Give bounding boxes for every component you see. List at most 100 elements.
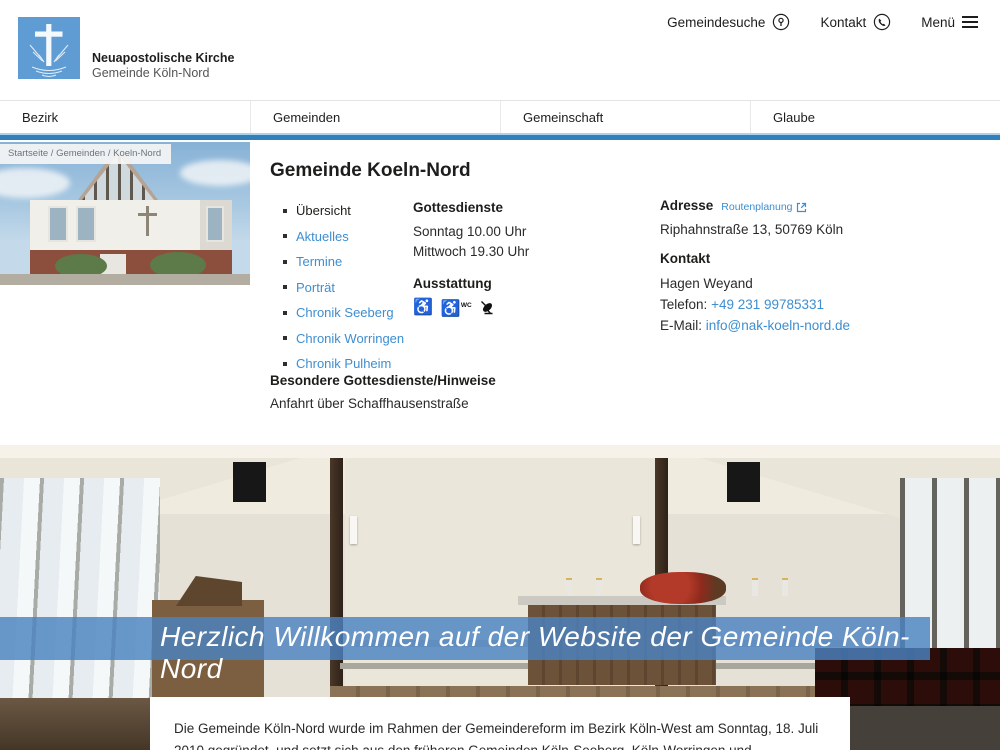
menu-item-chronik-seeberg[interactable]: Chronik Seeberg (283, 305, 404, 320)
congregation-menu: Übersicht Aktuelles Termine Porträt Chro… (283, 203, 404, 382)
nav-item-glaube[interactable]: Glaube (750, 101, 1000, 133)
breadcrumb-current: Koeln-Nord (113, 148, 161, 159)
contact-label: Kontakt (820, 15, 866, 30)
cloud-shape (0, 168, 70, 198)
service-time-wednesday: Mittwoch 19.30 Uhr (413, 242, 633, 262)
menu-link-termine[interactable]: Termine (296, 254, 342, 269)
phone-label: Telefon: (660, 297, 707, 312)
header: Neuapostolische Kirche Gemeinde Köln-Nor… (0, 0, 1000, 100)
address-heading: Adresse (660, 198, 713, 213)
brand-name: Neuapostolische Kirche (92, 51, 234, 66)
phone-circle-icon (873, 13, 891, 31)
brand-subtitle: Gemeinde Köln-Nord (92, 66, 234, 81)
wc-superscript: WC (461, 302, 472, 309)
services-heading: Gottesdienste (413, 200, 633, 215)
email-link[interactable]: info@nak-koeln-nord.de (706, 318, 850, 333)
satellite-icon (480, 300, 495, 315)
breadcrumb-separator: / (108, 148, 111, 159)
menu-link-uebersicht[interactable]: Übersicht (296, 203, 351, 218)
menu-item-chronik-pulheim[interactable]: Chronik Pulheim (283, 356, 404, 371)
equipment-heading: Ausstattung (413, 276, 633, 291)
candle-glass (566, 580, 572, 596)
nav-item-bezirk[interactable]: Bezirk (0, 101, 250, 133)
wall-sconce (350, 516, 357, 544)
external-link-icon (796, 202, 807, 213)
breadcrumb[interactable]: Startseite / Gemeinden / Koeln-Nord (0, 144, 171, 164)
bullet-square-icon (283, 209, 287, 213)
wheelchair-icon: ♿ (413, 300, 433, 316)
nav-accent-bar (0, 133, 1000, 140)
bullet-square-icon (283, 260, 287, 264)
menu-item-uebersicht[interactable]: Übersicht (283, 203, 404, 218)
page: Neuapostolische Kirche Gemeinde Köln-Nor… (0, 0, 1000, 750)
church-window (206, 206, 224, 242)
wheelchair-wc-icon: ♿WC (441, 298, 472, 317)
menu-button[interactable]: Menü (921, 15, 978, 30)
menu-link-portraet[interactable]: Porträt (296, 280, 335, 295)
breadcrumb-separator: / (51, 148, 54, 159)
equipment-icons: ♿ ♿WC (413, 298, 633, 317)
special-services-text: Anfahrt über Schaffhausenstraße (270, 396, 469, 411)
candle-glass (782, 580, 788, 596)
candle-glass (752, 580, 758, 596)
church-window (48, 206, 68, 242)
beige-divider (0, 445, 1000, 458)
breadcrumb-gemeinden[interactable]: Gemeinden (56, 148, 105, 159)
congregation-search-button[interactable]: Gemeindesuche (667, 13, 790, 31)
bullet-square-icon (283, 336, 287, 340)
breadcrumb-home[interactable]: Startseite (8, 148, 48, 159)
bullet-square-icon (283, 362, 287, 366)
candle-glass (596, 580, 602, 596)
content: Startseite / Gemeinden / Koeln-Nord Geme… (0, 140, 1000, 445)
address-street: Riphahnstraße 13, 50769 Köln (660, 219, 980, 240)
nak-logo-icon[interactable] (18, 17, 80, 79)
menu-item-chronik-worringen[interactable]: Chronik Worringen (283, 331, 404, 346)
contact-name: Hagen Weyand (660, 273, 980, 294)
nav-item-gemeinschaft[interactable]: Gemeinschaft (500, 101, 750, 133)
church-photo: Startseite / Gemeinden / Koeln-Nord (0, 142, 250, 285)
organ-lid (176, 576, 242, 606)
phone-link[interactable]: +49 231 99785331 (711, 297, 824, 312)
menu-item-aktuelles[interactable]: Aktuelles (283, 229, 404, 244)
speaker-box (727, 462, 760, 502)
intro-card: Die Gemeinde Köln-Nord wurde im Rahmen d… (150, 697, 850, 750)
church-window (76, 206, 96, 242)
location-circle-icon (772, 13, 790, 31)
hamburger-icon (962, 16, 978, 28)
speaker-box (233, 462, 266, 502)
cloud-shape (180, 160, 250, 186)
main-nav: Bezirk Gemeinden Gemeinschaft Glaube (0, 100, 1000, 133)
services-column: Gottesdienste Sonntag 10.00 Uhr Mittwoch… (413, 200, 633, 317)
congregation-search-label: Gemeindesuche (667, 15, 765, 30)
brand: Neuapostolische Kirche Gemeinde Köln-Nor… (92, 51, 234, 81)
intro-text: Die Gemeinde Köln-Nord wurde im Rahmen d… (174, 718, 826, 750)
bullet-square-icon (283, 234, 287, 238)
flower-arrangement (640, 572, 726, 604)
menu-link-chronik-seeberg[interactable]: Chronik Seeberg (296, 305, 394, 320)
wall-cross-icon (138, 213, 157, 216)
contact-heading: Kontakt (660, 251, 980, 266)
wall-sconce (633, 516, 640, 544)
contact-button[interactable]: Kontakt (820, 13, 891, 31)
wall-cross-icon (146, 206, 149, 236)
contact-email-row: E-Mail: info@nak-koeln-nord.de (660, 315, 980, 336)
email-label: E-Mail: (660, 318, 702, 333)
special-services-heading: Besondere Gottesdienste/Hinweise (270, 373, 496, 388)
header-links: Gemeindesuche Kontakt Menü (667, 13, 978, 31)
route-planning-label: Routenplanung (721, 201, 792, 213)
ground (0, 274, 250, 285)
menu-item-termine[interactable]: Termine (283, 254, 404, 269)
menu-link-aktuelles[interactable]: Aktuelles (296, 229, 349, 244)
page-title: Gemeinde Koeln-Nord (270, 160, 471, 182)
address-contact-column: Adresse Routenplanung Riphahnstraße 13, … (660, 198, 980, 336)
contact-phone-row: Telefon: +49 231 99785331 (660, 294, 980, 315)
nav-item-gemeinden[interactable]: Gemeinden (250, 101, 500, 133)
menu-link-chronik-pulheim[interactable]: Chronik Pulheim (296, 356, 391, 371)
route-planning-link[interactable]: Routenplanung (721, 201, 806, 213)
menu-link-chronik-worringen[interactable]: Chronik Worringen (296, 331, 404, 346)
bullet-square-icon (283, 311, 287, 315)
menu-item-portraet[interactable]: Porträt (283, 280, 404, 295)
menu-label: Menü (921, 15, 955, 30)
service-time-sunday: Sonntag 10.00 Uhr (413, 222, 633, 242)
bullet-square-icon (283, 285, 287, 289)
